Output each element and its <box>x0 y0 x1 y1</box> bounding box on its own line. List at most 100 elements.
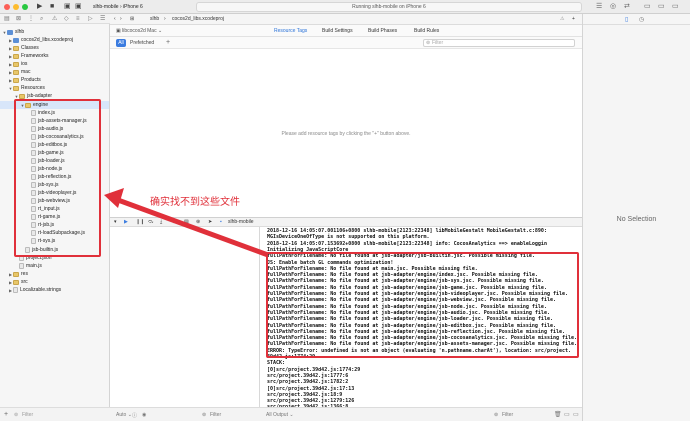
minimize-window-button[interactable] <box>13 4 19 10</box>
filter-icon: ⊚ <box>494 412 499 418</box>
toggle-navigator-icon[interactable]: ▭ <box>644 2 651 12</box>
variables-scope-label: Auto <box>116 412 127 418</box>
related-items-icon[interactable]: ⊞ <box>130 14 134 25</box>
navigator-item[interactable]: ▶ Products <box>0 76 109 84</box>
debug-toggle-icon[interactable]: ▣ <box>75 2 82 12</box>
navigator-item[interactable]: ▶ Localizable.strings <box>0 286 109 294</box>
test-navigator-icon[interactable]: ◇ <box>64 15 69 23</box>
forward-icon[interactable]: › <box>120 14 122 25</box>
scheme-selector[interactable]: slhb-mobile › iPhone 6 <box>90 2 146 12</box>
trash-icon[interactable]: 🗑 <box>554 411 562 418</box>
resource-filter-placeholder: Filter <box>432 40 444 46</box>
folder-icon <box>19 93 25 99</box>
chevron-down-icon: ⌄ <box>157 28 163 34</box>
navigator-item-label: mac <box>21 69 31 75</box>
back-icon[interactable]: ‹ <box>114 14 116 25</box>
add-editor-icon[interactable]: + <box>572 14 575 25</box>
navigator-item[interactable]: ▼ Resources <box>0 84 109 92</box>
navigator-item[interactable]: ▼ slhb <box>0 28 109 36</box>
split-view-icon[interactable]: ▭ <box>564 411 570 418</box>
activity-status-text: Running slhb-mobile on iPhone 6 <box>352 4 426 10</box>
breakpoints-icon[interactable]: ▶ <box>124 218 128 226</box>
resource-tags-area: Please add resource tags by clicking the… <box>110 49 582 217</box>
location-icon[interactable]: ➤ <box>208 218 212 226</box>
navigator-item[interactable]: ▶ cocos2d_libs.xcodeproj <box>0 36 109 44</box>
annotation-box-files <box>14 99 101 257</box>
report-navigator-icon[interactable]: ☰ <box>100 15 105 23</box>
view-debugger-icon[interactable]: ▤ <box>184 218 189 226</box>
breakpoint-navigator-icon[interactable]: ▷ <box>88 15 93 23</box>
eye-icon[interactable]: ◉ <box>142 412 146 418</box>
find-navigator-icon[interactable]: ⌕ <box>40 15 43 23</box>
file-inspector-icon[interactable]: ▯ <box>625 16 628 23</box>
device-name: iPhone 6 <box>123 4 143 10</box>
navigator-item[interactable]: ▶ Frameworks <box>0 52 109 60</box>
pause-icon[interactable]: ❙❙ <box>136 218 144 226</box>
editor-assistant-icon[interactable]: ◎ <box>610 2 616 12</box>
folder-icon <box>13 69 19 75</box>
step-over-icon[interactable]: ⤼ <box>148 218 153 226</box>
editor-standard-icon[interactable]: ☰ <box>596 2 602 12</box>
chevron-down-icon: ⌄ <box>289 412 294 418</box>
filter-prefetched-button[interactable]: Prefetched <box>130 39 154 47</box>
navigator-item-label: res <box>21 271 28 277</box>
stop-icon[interactable]: ■ <box>50 2 54 12</box>
breadcrumb-project[interactable]: slhb <box>150 14 159 25</box>
target-selector[interactable]: ▣ libcocos2d Mac ⌄ <box>116 27 162 35</box>
add-tag-button[interactable]: + <box>166 38 170 47</box>
output-label: All Output <box>266 412 288 418</box>
navigator-filter-input[interactable]: Filter <box>22 412 33 418</box>
navigator-item[interactable]: main.js <box>0 262 109 270</box>
zoom-window-button[interactable] <box>22 4 28 10</box>
folder-icon <box>13 45 19 51</box>
tab-build-rules[interactable]: Build Rules <box>414 27 439 35</box>
navigator-item[interactable]: ▶ res <box>0 270 109 278</box>
project-icon <box>7 29 13 35</box>
help-inspector-icon[interactable]: ◷ <box>639 16 644 23</box>
project-navigator-icon[interactable]: ▤ <box>4 15 10 23</box>
tab-build-phases[interactable]: Build Phases <box>368 27 397 35</box>
split-view-icon[interactable]: ▭ <box>573 411 579 418</box>
info-icon[interactable]: ⓘ <box>132 412 137 419</box>
debug-bar: ▾ ▶ ❙❙ ⤼ ⤓ ⤒ ▤ ⊛ ➤ ▪ slhb-mobile <box>110 217 582 227</box>
console-filter-input[interactable]: Filter <box>502 412 513 418</box>
navigator-item[interactable]: ▶ mac <box>0 68 109 76</box>
tab-resource-tags[interactable]: Resource Tags <box>274 27 307 35</box>
navigator-item[interactable]: ▶ src <box>0 278 109 286</box>
variables-filter-input[interactable]: Filter <box>210 412 221 418</box>
filter-icon: ⊚ <box>14 412 19 418</box>
editor-tabs: ▣ libcocos2d Mac ⌄ Resource Tags Build S… <box>110 25 582 37</box>
close-window-button[interactable] <box>4 4 10 10</box>
breadcrumb-xcodeproj[interactable]: cocos2d_libs.xcodeproj <box>172 14 224 25</box>
step-into-icon[interactable]: ⤓ <box>160 218 162 226</box>
toggle-inspector-icon[interactable]: ▭ <box>672 2 679 12</box>
toggle-debug-icon[interactable]: ▭ <box>658 2 665 12</box>
hide-debug-icon[interactable]: ▾ <box>114 218 117 226</box>
chevron-right-icon: › <box>164 16 166 22</box>
navigator-item[interactable]: ▶ ios <box>0 60 109 68</box>
variables-scope-select[interactable]: Auto ⌄ <box>116 412 132 418</box>
editor-version-icon[interactable]: ⇄ <box>624 2 630 12</box>
folder-icon <box>13 61 19 67</box>
issue-navigator-icon[interactable]: ⚠ <box>52 15 57 23</box>
no-selection-label: No Selection <box>616 216 657 223</box>
navigator-item[interactable]: ▶ Classes <box>0 44 109 52</box>
source-control-icon[interactable]: ⊠ <box>16 15 21 23</box>
run-icon[interactable]: ▶ <box>37 2 42 12</box>
tab-build-settings[interactable]: Build Settings <box>322 27 353 35</box>
navigator-toggle-icon[interactable]: ▣ <box>64 2 71 12</box>
output-select[interactable]: All Output ⌄ <box>266 412 294 418</box>
filter-all-button[interactable]: All <box>116 39 126 47</box>
inspector-panel: ▯ ◷ No Selection <box>582 14 690 421</box>
navigator-item-label: Localizable.strings <box>20 287 62 293</box>
resource-filter-input[interactable]: ⊚ Filter <box>423 39 575 47</box>
issue-warning-icon[interactable]: ⚠ <box>560 14 564 25</box>
add-file-icon[interactable]: + <box>4 411 8 418</box>
filter-icon: ⊚ <box>202 412 207 418</box>
symbol-navigator-icon[interactable]: ⋮ <box>28 15 34 23</box>
step-out-icon[interactable]: ⤒ <box>172 218 174 226</box>
folder-icon <box>13 85 19 91</box>
navigator-item-label: main.js <box>26 263 42 269</box>
memory-graph-icon[interactable]: ⊛ <box>196 218 200 226</box>
debug-navigator-icon[interactable]: ≡ <box>76 15 80 23</box>
